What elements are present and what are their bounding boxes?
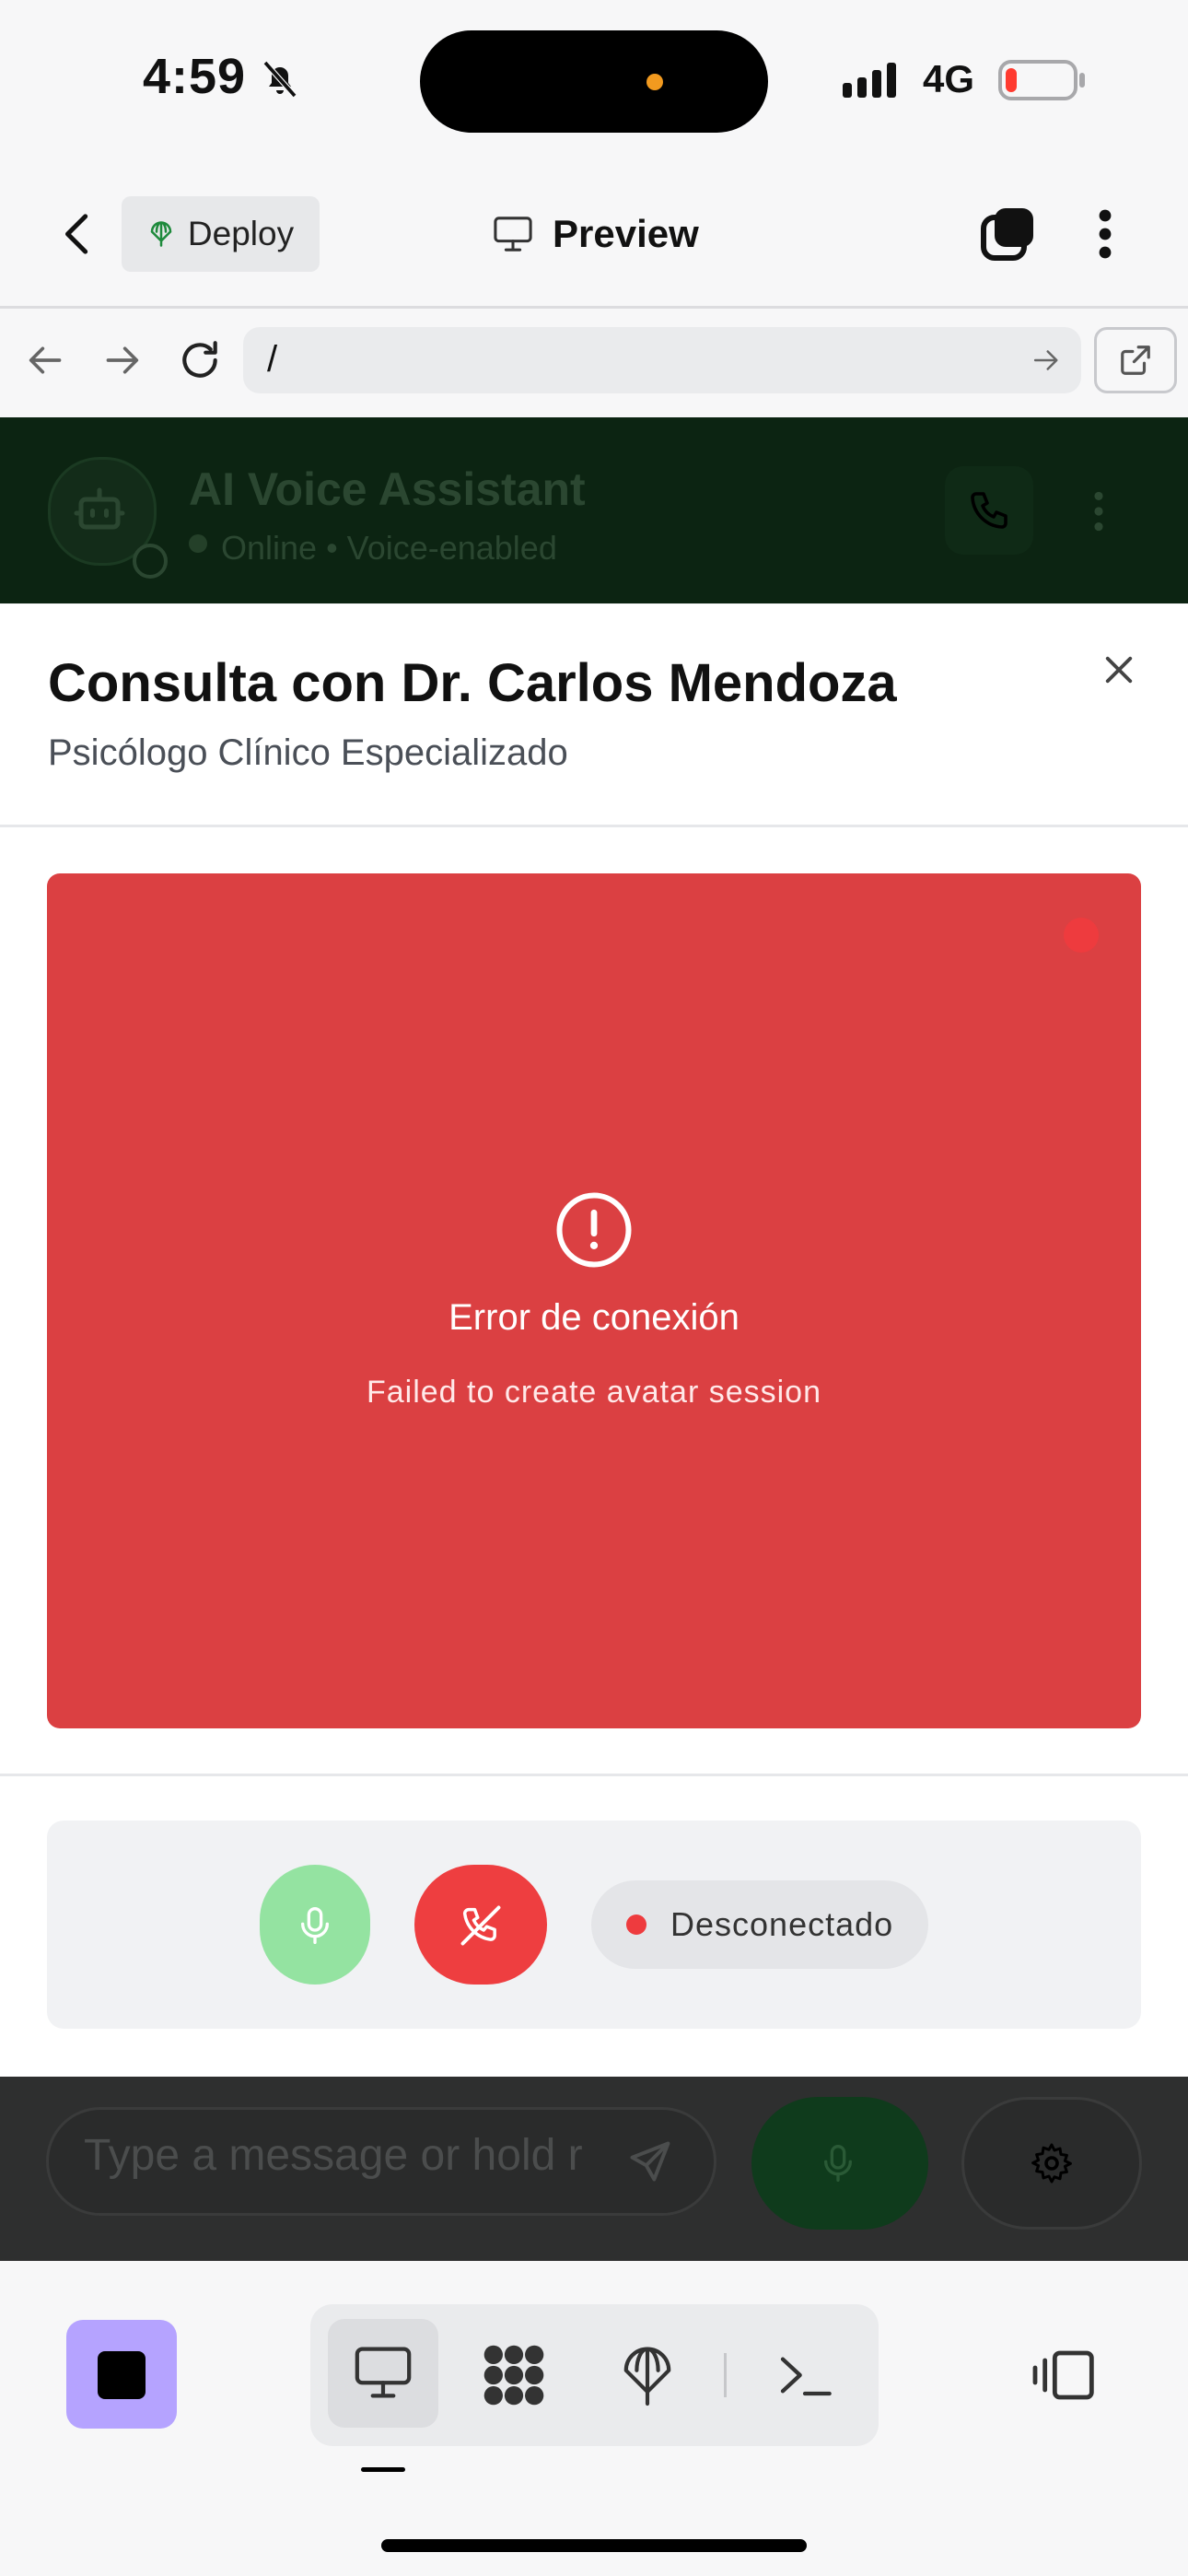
deploy-icon <box>150 221 172 247</box>
stop-icon <box>98 2351 146 2399</box>
connection-status: Desconectado <box>670 1905 894 1943</box>
message-input[interactable]: Type a message or hold r <box>46 2107 716 2216</box>
monitor-icon <box>494 217 532 252</box>
modal-subtitle: Psicólogo Clínico Especializado <box>48 732 568 773</box>
more-vertical-icon[interactable] <box>1090 205 1120 263</box>
network-type: 4G <box>923 57 975 100</box>
error-message: Failed to create avatar session <box>366 1375 822 1410</box>
privacy-indicator <box>646 74 663 90</box>
grid-icon[interactable] <box>479 2340 549 2410</box>
voice-mic-icon <box>824 2145 852 2182</box>
external-link-icon <box>1121 345 1150 375</box>
toolbar-separator <box>724 2353 727 2397</box>
bot-icon <box>74 487 125 530</box>
signal-icon <box>843 63 896 98</box>
deploy-button[interactable]: Deploy <box>122 196 320 272</box>
header-more-icon[interactable] <box>1087 486 1111 536</box>
monitor-icon <box>355 2347 412 2398</box>
close-icon[interactable] <box>1100 650 1138 689</box>
assistant-title: AI Voice Assistant <box>189 463 586 515</box>
recording-dot <box>1064 918 1099 953</box>
preview-title: Preview <box>553 212 699 255</box>
error-title: Error de conexión <box>448 1297 740 1338</box>
bell-slash-icon <box>262 61 297 98</box>
back-arrow-icon[interactable] <box>57 209 99 259</box>
home-indicator <box>381 2539 807 2552</box>
phone-off-icon <box>460 1905 501 1946</box>
url-bar[interactable] <box>243 327 1081 393</box>
reload-icon[interactable] <box>177 337 223 383</box>
status-time: 4:59 <box>143 49 247 104</box>
deploy-tab-icon[interactable] <box>619 2340 676 2410</box>
url-text[interactable]: / <box>267 339 277 381</box>
browser-back-icon[interactable] <box>26 342 66 379</box>
phone-icon <box>971 492 1007 529</box>
terminal-icon[interactable] <box>775 2349 834 2401</box>
mic-icon <box>301 1907 329 1944</box>
browser-forward-icon[interactable] <box>101 342 142 379</box>
dynamic-island <box>420 30 768 133</box>
assistant-status: Online • Voice-enabled <box>221 529 557 567</box>
modal-divider-bottom <box>0 1774 1188 1776</box>
modal-divider-top <box>0 825 1188 827</box>
settings-icon <box>1031 2143 1072 2184</box>
url-go-icon[interactable] <box>1030 346 1061 374</box>
connection-status-pill: Desconectado <box>591 1880 928 1969</box>
status-dot <box>189 534 207 553</box>
online-indicator <box>133 544 168 579</box>
deploy-label: Deploy <box>187 215 295 252</box>
alert-circle-icon <box>556 1192 632 1268</box>
preview-tab[interactable]: Preview <box>492 205 699 263</box>
modal-title: Consulta con Dr. Carlos Mendoza <box>48 653 897 713</box>
send-icon[interactable] <box>626 2137 674 2185</box>
active-tab-indicator <box>361 2467 405 2472</box>
tabs-icon[interactable] <box>978 205 1037 263</box>
disconnected-dot <box>626 1914 646 1935</box>
split-view-icon[interactable] <box>1030 2346 1100 2405</box>
battery-icon <box>998 60 1085 100</box>
